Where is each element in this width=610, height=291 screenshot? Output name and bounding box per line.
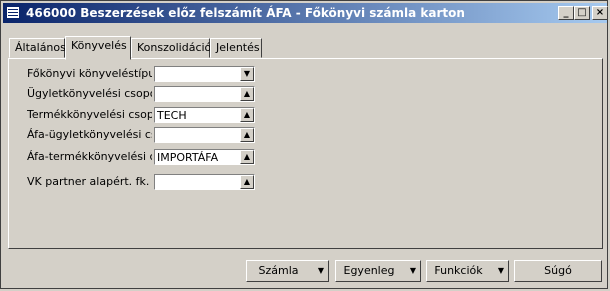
business-posting-group-field[interactable]: ▲ [154, 86, 255, 102]
egyenleg-label: Egyenleg [343, 264, 395, 277]
minimize-button[interactable]: _ [558, 6, 574, 20]
caret-down-icon: ▼ [409, 266, 416, 275]
arrow-up-icon[interactable]: ▲ [240, 128, 254, 142]
close-button[interactable]: × [592, 6, 608, 20]
field-label: Főkönyvi könyveléstípus [27, 67, 152, 80]
field-value: IMPORTÁFA [157, 151, 219, 164]
partner-default-account-field[interactable]: ▲ [154, 174, 255, 190]
egyenleg-button[interactable]: Egyenleg ▼ [335, 260, 421, 282]
caret-down-icon: ▼ [317, 266, 324, 275]
arrow-up-icon[interactable]: ▲ [240, 87, 254, 101]
vat-product-posting-group-field[interactable]: IMPORTÁFA ▲ [154, 149, 255, 165]
window-title: 466000 Beszerzések előz felszámít ÁFA - … [26, 6, 465, 20]
tab-jelentes[interactable]: Jelentés [210, 38, 262, 58]
chevron-down-icon[interactable]: ▼ [240, 67, 254, 81]
arrow-up-icon[interactable]: ▲ [240, 175, 254, 189]
field-label: Ügyletkönyvelési csoport [27, 87, 152, 100]
caret-down-icon: ▼ [497, 266, 504, 275]
tab-altalanos[interactable]: Általános [9, 38, 66, 58]
sugo-button[interactable]: Súgó [514, 260, 602, 282]
tab-konszolidacio[interactable]: Konszolidáció [131, 38, 211, 58]
arrow-up-icon[interactable]: ▲ [240, 150, 254, 164]
window: 466000 Beszerzések előz felszámít ÁFA - … [0, 0, 608, 289]
tab-panel: Főkönyvi könyveléstípus ▼ Ügyletkönyvelé… [8, 58, 603, 249]
szamla-button[interactable]: Számla ▼ [246, 260, 329, 282]
tab-konyveles[interactable]: Könyvelés [65, 36, 131, 60]
vat-business-posting-group-field[interactable]: ▲ [154, 127, 255, 143]
arrow-up-icon[interactable]: ▲ [240, 108, 254, 122]
field-value: TECH [157, 109, 187, 122]
product-posting-group-field[interactable]: TECH ▲ [154, 107, 255, 123]
app-icon [6, 6, 20, 19]
title-bar: 466000 Beszerzések előz felszámít ÁFA - … [3, 3, 608, 23]
maximize-button[interactable]: □ [574, 6, 590, 20]
funkciok-label: Funkciók [434, 264, 483, 277]
szamla-label: Számla [258, 264, 299, 277]
field-label: Termékkönyvelési csoport [27, 108, 152, 121]
field-label: VK partner alapért. fk. szla [27, 175, 152, 188]
field-label: Áfa-termékkönyvelési csoport [27, 150, 152, 163]
posting-type-select[interactable]: ▼ [154, 66, 255, 82]
field-label: Áfa-ügyletkönyvelési csoport [27, 128, 152, 141]
funkciok-button[interactable]: Funkciók ▼ [426, 260, 509, 282]
